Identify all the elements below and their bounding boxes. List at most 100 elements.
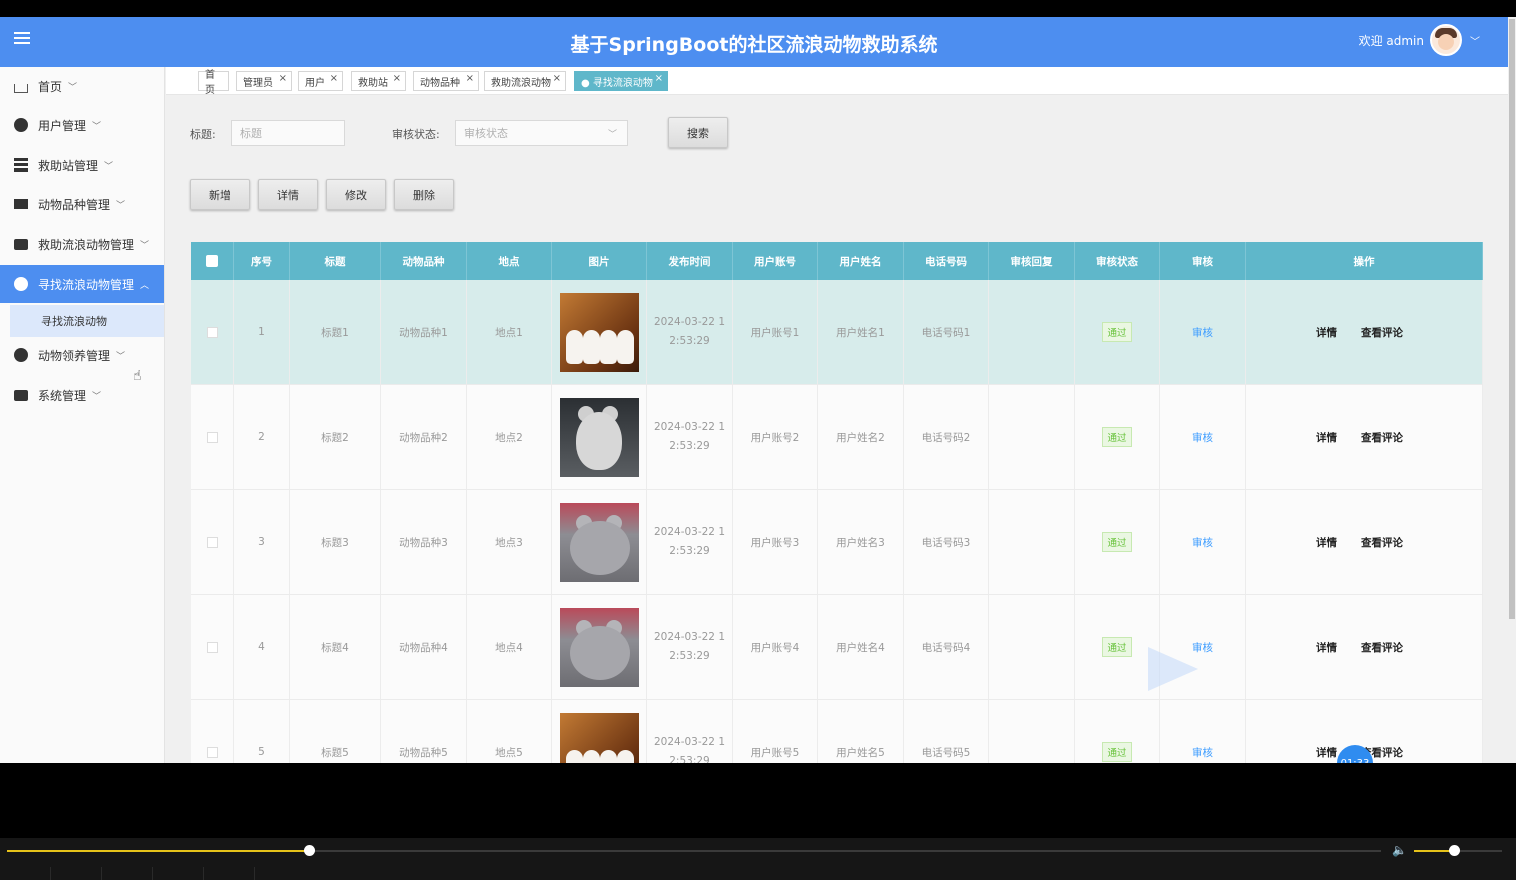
cell-image (552, 700, 647, 763)
chevron-down-icon[interactable]: ﹀ (1470, 33, 1480, 48)
tab-rescue[interactable]: 救助流浪动物 × (484, 71, 566, 91)
volume-handle[interactable] (1448, 845, 1460, 856)
cell-time: 2024-03-22 12:53:29 (647, 385, 733, 489)
briefcase-icon (14, 238, 28, 250)
status-select[interactable]: 审核状态 ﹀ (455, 120, 628, 146)
edit-button[interactable]: 修改 (326, 179, 386, 210)
sidebar-item-breeds[interactable]: 动物品种管理 ﹀ (0, 185, 164, 223)
row-checkbox[interactable] (191, 595, 234, 699)
row-checkbox[interactable] (191, 490, 234, 594)
cell-review[interactable]: 审核 (1160, 700, 1246, 763)
chevron-down-icon: ﹀ (116, 351, 126, 362)
review-link[interactable]: 审核 (1192, 325, 1213, 340)
review-link[interactable]: 审核 (1192, 430, 1213, 445)
progress-handle[interactable] (304, 845, 316, 856)
cell-no: 3 (234, 490, 290, 594)
row-detail-link[interactable]: 详情 (1316, 640, 1337, 655)
row-comments-link[interactable]: 查看评论 (1361, 325, 1403, 340)
cell-place: 地点1 (467, 280, 552, 384)
sidebar-item-find[interactable]: 寻找流浪动物管理 ︿ (0, 265, 164, 303)
settings-icon (14, 389, 28, 401)
tab-breed[interactable]: 动物品种 × (413, 71, 479, 91)
row-checkbox[interactable] (191, 280, 234, 384)
table-row[interactable]: 5 标题5 动物品种5 地点5 2024-03-22 12:53:29 用户账号5 用户姓名… (191, 700, 1483, 763)
cell-title: 标题4 (290, 595, 381, 699)
row-detail-link[interactable]: 详情 (1316, 430, 1337, 445)
cell-image (552, 595, 647, 699)
title-search-input[interactable]: 标题 (231, 120, 345, 146)
column-header: 用户姓名 (818, 242, 904, 280)
page-scrollbar[interactable] (1508, 17, 1516, 763)
tab-admin[interactable]: 管理员 × (236, 71, 292, 91)
review-link[interactable]: 审核 (1192, 745, 1213, 760)
row-comments-link[interactable]: 查看评论 (1361, 640, 1403, 655)
cell-operations: 详情 查看评论 (1246, 595, 1483, 699)
tab-station[interactable]: 救助站 × (351, 71, 406, 91)
row-detail-link[interactable]: 详情 (1316, 745, 1337, 760)
close-icon[interactable]: × (393, 73, 401, 84)
animal-photo[interactable] (559, 502, 639, 582)
sidebar-item-rescue[interactable]: 救助流浪动物管理 ﹀ (0, 225, 164, 263)
close-icon[interactable]: × (466, 73, 474, 84)
row-comments-link[interactable]: 查看评论 (1361, 430, 1403, 445)
sidebar-subitem-find[interactable]: 寻找流浪动物 (10, 305, 164, 337)
select-all-checkbox[interactable] (191, 242, 234, 280)
cell-review[interactable]: 审核 (1160, 280, 1246, 384)
cell-name: 用户姓名1 (818, 280, 904, 384)
progress-slider[interactable] (7, 845, 1381, 856)
row-checkbox-box[interactable] (206, 746, 218, 758)
cell-breed: 动物品种5 (381, 700, 467, 763)
close-icon[interactable]: × (330, 73, 338, 84)
row-checkbox-box[interactable] (206, 641, 218, 653)
sidebar-item-users[interactable]: 用户管理 ﹀ (0, 106, 164, 144)
row-checkbox-box[interactable] (206, 536, 218, 548)
table-row[interactable]: 4 标题4 动物品种4 地点4 2024-03-22 12:53:29 用户账号4 用户姓名… (191, 595, 1483, 700)
chevron-down-icon: ﹀ (92, 121, 102, 132)
animal-photo[interactable] (559, 712, 639, 763)
cell-no: 5 (234, 700, 290, 763)
volume-slider[interactable] (1414, 845, 1502, 856)
table-row[interactable]: 2 标题2 动物品种2 地点2 2024-03-22 12:53:29 用户账号2 用户姓名… (191, 385, 1483, 490)
cell-review[interactable]: 审核 (1160, 385, 1246, 489)
row-checkbox-box[interactable] (206, 326, 218, 338)
avatar[interactable] (1430, 24, 1462, 56)
table-row[interactable]: 3 标题3 动物品种3 地点3 2024-03-22 12:53:29 用户账号3 用户姓名… (191, 490, 1483, 595)
cell-time: 2024-03-22 12:53:29 (647, 490, 733, 594)
detail-button[interactable]: 详情 (258, 179, 318, 210)
sidebar-item-label: 救助流浪动物管理 (38, 237, 135, 252)
animal-photo[interactable] (559, 292, 639, 372)
cell-review[interactable]: 审核 (1160, 490, 1246, 594)
volume-icon[interactable]: 🔈 (1392, 843, 1407, 857)
tab-find[interactable]: ● 寻找流浪动物 × (574, 71, 668, 91)
close-icon[interactable]: × (553, 73, 561, 84)
sidebar-item-stations[interactable]: 救助站管理 ﹀ (0, 146, 164, 184)
add-button[interactable]: 新增 (190, 179, 250, 210)
close-icon[interactable]: × (655, 73, 663, 84)
status-badge: 通过 (1102, 322, 1132, 342)
table-row[interactable]: 1 标题1 动物品种1 地点1 2024-03-22 12:53:29 用户账号1 用户姓名… (191, 280, 1483, 385)
welcome-text: 欢迎 admin (1358, 33, 1424, 48)
row-checkbox-box[interactable] (206, 431, 218, 443)
cell-account: 用户账号3 (733, 490, 818, 594)
play-icon[interactable] (1148, 647, 1198, 691)
row-comments-link[interactable]: 查看评论 (1361, 535, 1403, 550)
cell-reply (989, 700, 1075, 763)
cell-title: 标题2 (290, 385, 381, 489)
row-detail-link[interactable]: 详情 (1316, 325, 1337, 340)
row-checkbox[interactable] (191, 700, 234, 763)
cell-operations: 详情 查看评论 (1246, 280, 1483, 384)
animal-photo[interactable] (559, 397, 639, 477)
user-menu[interactable]: 欢迎 admin ﹀ (1359, 23, 1480, 57)
delete-button[interactable]: 删除 (394, 179, 454, 210)
cell-reply (989, 280, 1075, 384)
sidebar-item-home[interactable]: 首页 ﹀ (0, 67, 164, 105)
animal-photo[interactable] (559, 607, 639, 687)
tab-home[interactable]: 首页 (198, 70, 229, 96)
row-detail-link[interactable]: 详情 (1316, 535, 1337, 550)
cell-phone: 电话号码4 (904, 595, 989, 699)
review-link[interactable]: 审核 (1192, 535, 1213, 550)
tab-user[interactable]: 用户 × (298, 71, 343, 91)
close-icon[interactable]: × (279, 73, 287, 84)
search-button[interactable]: 搜索 (668, 117, 728, 148)
row-checkbox[interactable] (191, 385, 234, 489)
